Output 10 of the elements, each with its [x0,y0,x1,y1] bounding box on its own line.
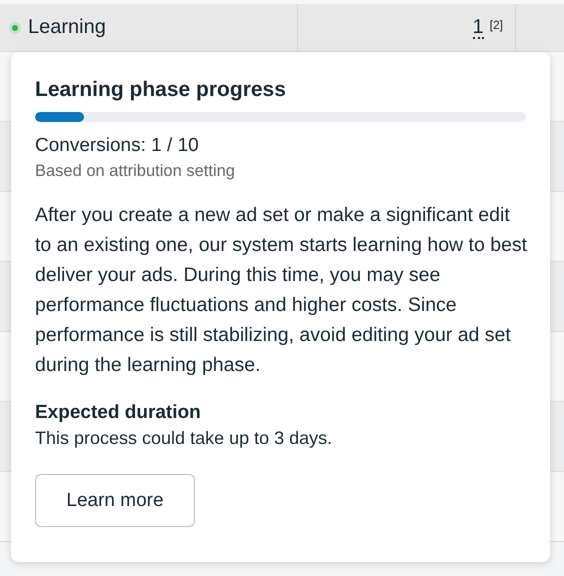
status-label: Learning [28,16,106,39]
duration-heading: Expected duration [35,401,201,425]
learning-description: After you create a new ad set or make a significant edit to an existing one, our system starts learning how to best deliver your ads. During this time, you may see performance fluctuations and higher costs. Since performance is still stabilizing, avoid editing your ad set during the learning phase. [35,203,528,378]
popover-title: Learning phase progress [35,77,286,103]
conversions-text: Conversions: 1 / 10 [35,134,199,158]
learn-more-button[interactable]: Learn more [35,474,195,527]
attribution-note: Based on attribution setting [35,161,235,182]
duration-text: This process could take up to 3 days. [35,427,332,450]
footnote-mark: [2] [490,18,503,32]
count-value[interactable]: 1 [472,16,484,38]
